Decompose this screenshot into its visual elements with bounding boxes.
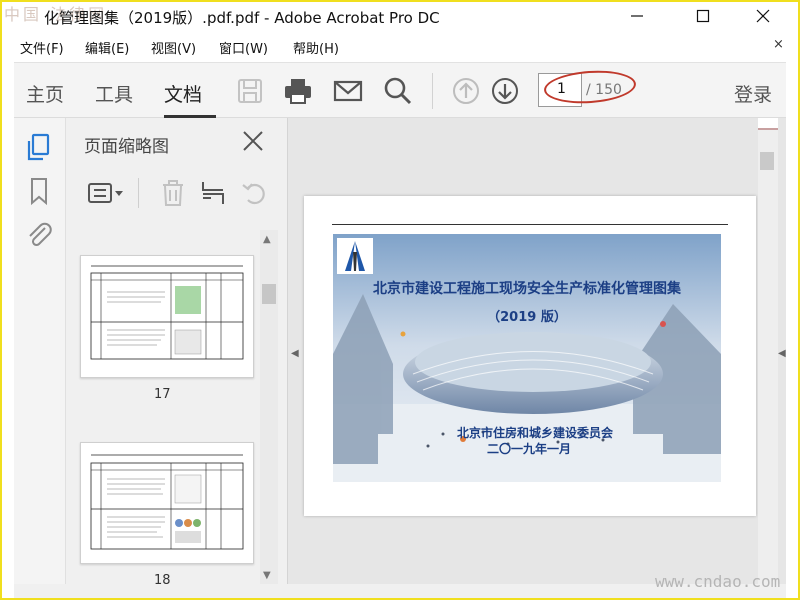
close-document-button[interactable]: × (773, 37, 784, 52)
thumbnails-panel: 页面缩略图 ▲ ▼ 17 18 (66, 118, 288, 588)
menu-help[interactable]: 帮助(H) (293, 38, 339, 57)
menu-edit[interactable]: 编辑(E) (85, 38, 129, 57)
panel-toolbar (66, 166, 288, 218)
cover-date: 二〇一九年一月 (487, 442, 572, 456)
toolbar: 主页 工具 文档 1 / 150 登录 (14, 62, 786, 118)
toolbar-separator (432, 73, 433, 109)
page-down-icon[interactable] (489, 75, 521, 107)
rotate-icon[interactable] (240, 178, 270, 208)
attachment-icon[interactable] (24, 220, 54, 250)
email-icon[interactable] (332, 75, 364, 107)
tab-document[interactable]: 文档 (164, 80, 202, 107)
options-menu-icon[interactable] (86, 178, 126, 208)
menu-bar: 文件(F) 编辑(E) 视图(V) 窗口(W) 帮助(H) × (0, 34, 800, 60)
navigation-rail (14, 118, 66, 584)
close-icon (756, 9, 770, 23)
page-thumbnails-icon[interactable] (24, 132, 54, 162)
menu-view[interactable]: 视图(V) (151, 38, 196, 57)
close-window-button[interactable] (740, 0, 786, 32)
login-button[interactable]: 登录 (734, 80, 772, 107)
building-logo-icon (345, 241, 365, 271)
maximize-icon (696, 9, 710, 23)
cover-logo (337, 238, 373, 274)
thumbnail-page-preview (90, 454, 244, 550)
window-title: 化管理图集（2019版）.pdf.pdf - Adobe Acrobat Pro… (44, 9, 440, 27)
extract-icon[interactable] (198, 178, 228, 208)
scrollbar-top-button[interactable] (758, 118, 778, 130)
page-thumbnail[interactable] (80, 255, 254, 378)
cover-image: 北京市建设工程施工现场安全生产标准化管理图集 （2019 版） 北京市住房和城乡… (333, 234, 721, 482)
collapse-left-panel-icon[interactable]: ◀ (291, 348, 299, 359)
minimize-button[interactable] (614, 0, 660, 32)
search-icon[interactable] (382, 75, 414, 107)
minimize-icon (631, 15, 643, 17)
delete-icon[interactable] (158, 178, 188, 208)
cover-organization: 北京市住房和城乡建设委员会 (457, 426, 614, 440)
pdf-page: 北京市建设工程施工现场安全生产标准化管理图集 （2019 版） 北京市住房和城乡… (304, 196, 756, 516)
document-view[interactable]: ◀ 北京市建设工程施工现场安全生产标准化管理图集 （2019 版） 北京市住房和… (288, 118, 786, 584)
bookmark-icon[interactable] (24, 176, 54, 206)
tab-tools[interactable]: 工具 (95, 80, 133, 107)
document-scrollbar[interactable] (758, 118, 778, 584)
print-icon[interactable] (282, 75, 314, 107)
scrollbar-thumb[interactable] (262, 284, 276, 304)
expand-right-panel-icon[interactable]: ◀ (778, 348, 786, 359)
menu-file[interactable]: 文件(F) (20, 38, 64, 57)
scrollbar-thumb[interactable] (760, 152, 774, 170)
panel-title: 页面缩略图 (84, 137, 169, 157)
page-header-rule (332, 224, 728, 225)
page-up-icon[interactable] (450, 75, 482, 107)
thumbnail-page-label: 17 (154, 387, 171, 402)
menu-window[interactable]: 窗口(W) (219, 38, 268, 57)
panel-toolbar-separator (138, 178, 139, 208)
thumbnail-page-preview (90, 265, 244, 360)
page-thumbnail[interactable] (80, 442, 254, 564)
watermark-bottom: www.cndao.com (655, 572, 781, 591)
cover-year: （2019 版） (487, 310, 567, 325)
cover-title: 北京市建设工程施工现场安全生产标准化管理图集 (373, 281, 681, 297)
tab-home[interactable]: 主页 (26, 80, 64, 107)
title-bar: 中国 法律网 化管理图集（2019版）.pdf.pdf - Adobe Acro… (0, 0, 800, 34)
maximize-button[interactable] (680, 0, 726, 32)
close-icon[interactable] (240, 128, 266, 154)
save-icon[interactable] (234, 75, 266, 107)
scroll-down-icon[interactable]: ▼ (263, 570, 271, 581)
scroll-up-icon[interactable]: ▲ (263, 234, 271, 245)
